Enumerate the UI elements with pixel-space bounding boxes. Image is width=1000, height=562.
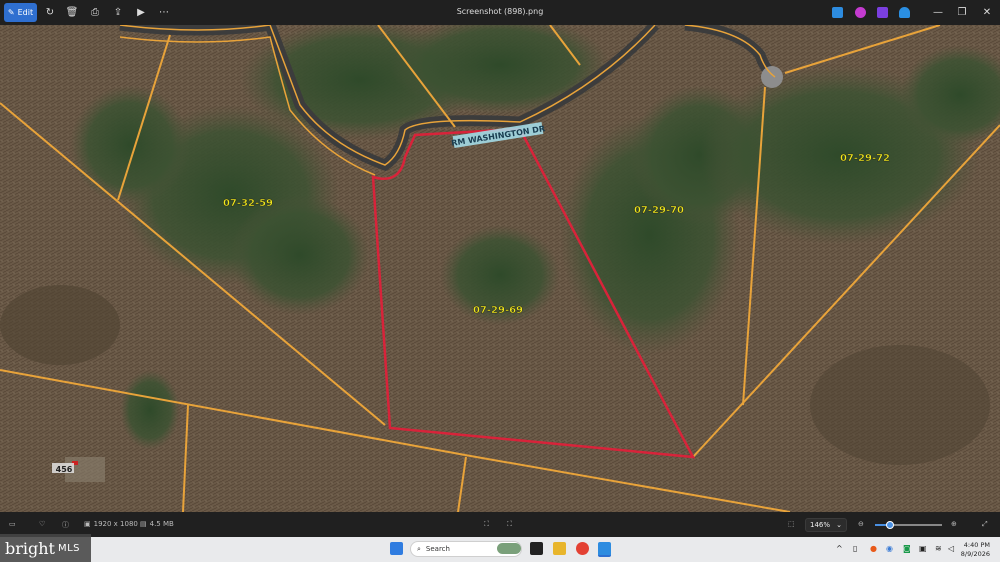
file-explorer-icon[interactable] — [553, 542, 566, 555]
search-placeholder: Search — [425, 545, 450, 553]
zoom-slider-thumb[interactable] — [885, 521, 894, 529]
widget-image-icon[interactable] — [497, 543, 521, 554]
volume-icon[interactable]: ◁ — [948, 544, 954, 553]
maximize-icon[interactable]: ❐ — [953, 4, 971, 20]
photos-taskbar-icon[interactable] — [598, 542, 611, 557]
edit-pencil-icon: ✎ — [7, 8, 15, 17]
wifi-icon[interactable]: ≋ — [935, 544, 942, 553]
actual-size-icon[interactable]: ⬚ — [788, 520, 795, 528]
tray-green-icon[interactable]: ◙ — [903, 544, 911, 553]
file-size-icon: ▤ — [140, 520, 147, 528]
image-size-icon: ▣ — [84, 520, 91, 528]
window-title: Screenshot (898).png — [456, 7, 544, 16]
fullscreen-icon[interactable]: ⤢ — [982, 520, 988, 529]
parcel-label: 07-29-70 — [634, 205, 684, 216]
clipchamp-icon[interactable] — [855, 7, 866, 18]
title-bar: ✎ Edit ↻ 🗑 ⎙ ⇪ ▶ ⋯ Screenshot (898).png … — [0, 0, 1000, 25]
zoom-level-dropdown[interactable]: 146% ⌄ — [805, 518, 847, 532]
crop-icon[interactable]: ⛶ — [484, 520, 489, 529]
photos-app-icon[interactable] — [832, 7, 843, 18]
parcel-label: 07-29-69 — [473, 305, 523, 316]
zoom-out-icon[interactable]: ⊖ — [858, 520, 864, 528]
bright-mls-watermark: bright MLS — [0, 534, 91, 562]
rotate-icon[interactable]: ↻ — [43, 5, 57, 19]
file-size: 4.5 MB — [149, 520, 174, 528]
house-number: 456 — [56, 465, 73, 474]
tray-screen-icon[interactable]: ▣ — [919, 544, 927, 553]
status-bar: ▭ ♡ ⓘ ▣ 1920 x 1080 ▤ 4.5 MB ⛶ ⛶ ⬚ 146% … — [0, 512, 1000, 537]
app-tray-icon[interactable]: ● — [870, 544, 877, 553]
info-icon[interactable]: ⓘ — [62, 520, 69, 530]
dimensions-info: ▣ 1920 x 1080 — [84, 520, 138, 528]
tray-app-icon[interactable]: ◉ — [886, 544, 893, 553]
print-icon[interactable]: ⎙ — [88, 5, 102, 19]
chrome-icon[interactable] — [576, 542, 589, 555]
zoom-slider[interactable] — [875, 521, 942, 529]
zoom-level: 146% — [810, 521, 831, 529]
watermark-brand: bright — [5, 538, 55, 558]
windows-start-icon[interactable] — [390, 542, 403, 555]
cul-de-sac — [761, 66, 783, 88]
aerial-parcel-map: RM WASHINGTON DR 07-32-59 07-29-70 07-29… — [0, 25, 1000, 512]
clock[interactable]: 4:40 PM 8/9/2026 — [961, 541, 990, 559]
onedrive-cloud-icon[interactable] — [899, 7, 910, 18]
parcel-label: 07-29-72 — [840, 153, 890, 164]
more-options-icon[interactable]: ⋯ — [157, 5, 171, 19]
edit-button-label: Edit — [17, 8, 34, 17]
task-view-icon[interactable] — [530, 542, 543, 555]
share-icon[interactable]: ⇪ — [111, 5, 125, 19]
fit-screen-icon[interactable]: ⛶ — [507, 520, 512, 529]
slideshow-icon[interactable]: ▶ — [134, 5, 148, 19]
clock-date: 8/9/2026 — [960, 550, 990, 558]
battery-icon[interactable]: ▯ — [853, 544, 857, 553]
favorite-heart-icon[interactable]: ♡ — [39, 520, 45, 528]
close-icon[interactable]: ✕ — [978, 4, 996, 20]
image-viewer[interactable]: RM WASHINGTON DR 07-32-59 07-29-70 07-29… — [0, 25, 1000, 512]
chevron-down-icon: ⌄ — [836, 521, 842, 529]
search-icon: ⌕ — [417, 544, 421, 553]
chevron-up-icon[interactable]: ^ — [836, 544, 843, 553]
designer-icon[interactable] — [877, 7, 888, 18]
zoom-in-icon[interactable]: ⊕ — [951, 520, 957, 528]
minimize-icon[interactable]: — — [929, 4, 947, 20]
clock-time: 4:40 PM — [963, 541, 990, 549]
watermark-suffix: MLS — [57, 542, 81, 554]
filesize-info: ▤ 4.5 MB — [140, 520, 174, 528]
image-dimensions: 1920 x 1080 — [93, 520, 138, 528]
delete-icon[interactable]: 🗑 — [65, 5, 79, 19]
parcel-label: 07-32-59 — [223, 198, 273, 209]
edit-button[interactable]: ✎ Edit — [4, 3, 37, 22]
filmstrip-icon[interactable]: ▭ — [9, 520, 16, 528]
